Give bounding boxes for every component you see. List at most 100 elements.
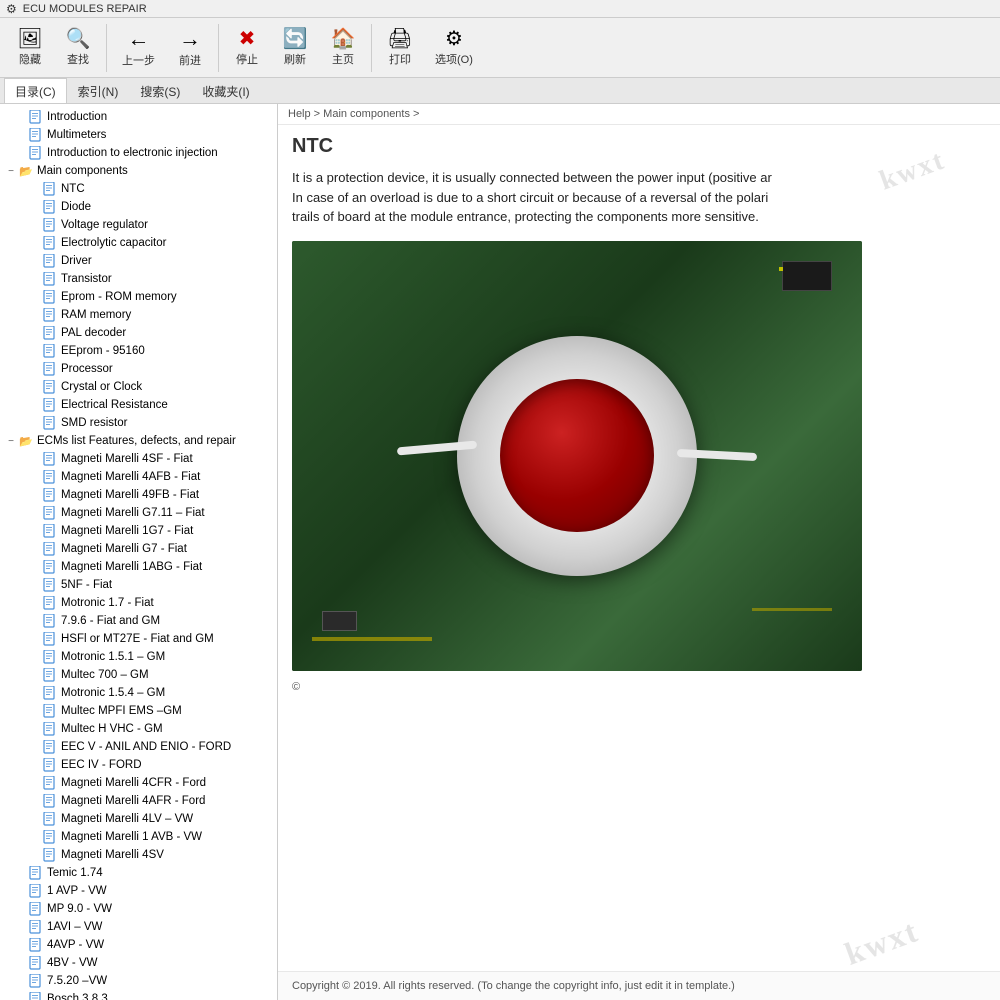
sidebar-item-mm-1abg-fiat[interactable]: Magneti Marelli 1ABG - Fiat bbox=[0, 558, 277, 576]
tree-label-driver: Driver bbox=[61, 255, 92, 267]
page-icon bbox=[28, 901, 44, 917]
sidebar-item-voltage-regulator[interactable]: Voltage regulator bbox=[0, 216, 277, 234]
print-button[interactable]: 🖨 打印 bbox=[378, 24, 422, 72]
page-icon bbox=[42, 721, 58, 737]
sidebar-item-mp9-vw[interactable]: MP 9.0 - VW bbox=[0, 900, 277, 918]
sidebar-item-smd-resistor[interactable]: SMD resistor bbox=[0, 414, 277, 432]
tree-label-mm-1abg-fiat: Magneti Marelli 1ABG - Fiat bbox=[61, 561, 202, 573]
sidebar-item-mm-1avb-vw[interactable]: Magneti Marelli 1 AVB - VW bbox=[0, 828, 277, 846]
sidebar-item-mm-4sf-fiat[interactable]: Magneti Marelli 4SF - Fiat bbox=[0, 450, 277, 468]
sidebar-item-motronic-151-gm[interactable]: Motronic 1.5.1 – GM bbox=[0, 648, 277, 666]
sidebar-item-diode[interactable]: Diode bbox=[0, 198, 277, 216]
sidebar-item-multec-700-gm[interactable]: Multec 700 – GM bbox=[0, 666, 277, 684]
tree-label-multec-700-gm: Multec 700 – GM bbox=[61, 669, 149, 681]
sidebar-item-mm-49fb-fiat[interactable]: Magneti Marelli 49FB - Fiat bbox=[0, 486, 277, 504]
find-label: 查找 bbox=[67, 51, 89, 67]
page-icon bbox=[28, 109, 44, 125]
sidebar-item-796-fiat-gm[interactable]: 7.9.6 - Fiat and GM bbox=[0, 612, 277, 630]
sidebar-item-mm-g7-fiat[interactable]: Magneti Marelli G7 - Fiat bbox=[0, 540, 277, 558]
sidebar-item-5nf-fiat[interactable]: 5NF - Fiat bbox=[0, 576, 277, 594]
content-area: Help > Main components > kwxt NTC It is … bbox=[278, 104, 1000, 1000]
sidebar-item-main-components[interactable]: −📂Main components bbox=[0, 162, 277, 180]
sidebar-item-processor[interactable]: Processor bbox=[0, 360, 277, 378]
tree-toggle-main-components[interactable]: − bbox=[4, 166, 18, 177]
pcb-trace-2 bbox=[752, 608, 832, 611]
sidebar-item-mm-1g7-fiat[interactable]: Magneti Marelli 1G7 - Fiat bbox=[0, 522, 277, 540]
tree-label-diode: Diode bbox=[61, 201, 91, 213]
sidebar-item-intro-electronic[interactable]: Introduction to electronic injection bbox=[0, 144, 277, 162]
sidebar-item-4bv-vw[interactable]: 4BV - VW bbox=[0, 954, 277, 972]
refresh-button[interactable]: 🔄 刷新 bbox=[273, 24, 317, 72]
sidebar-item-mm-4sv[interactable]: Magneti Marelli 4SV bbox=[0, 846, 277, 864]
separator-3 bbox=[371, 24, 372, 72]
tree-label-motronic-151-gm: Motronic 1.5.1 – GM bbox=[61, 651, 165, 663]
tree-container: IntroductionMultimeters Introduction to e… bbox=[0, 108, 277, 1000]
tree-label-mm-4sf-fiat: Magneti Marelli 4SF - Fiat bbox=[61, 453, 193, 465]
tree-label-multec-mpfi-gm: Multec MPFI EMS –GM bbox=[61, 705, 182, 717]
sidebar-item-mm-4lv-vw[interactable]: Magneti Marelli 4LV – VW bbox=[0, 810, 277, 828]
tab-toc[interactable]: 目录(C) bbox=[4, 78, 67, 103]
sidebar-item-multec-mpfi-gm[interactable]: Multec MPFI EMS –GM bbox=[0, 702, 277, 720]
sidebar-item-eeprom-95160[interactable]: EEprom - 95160 bbox=[0, 342, 277, 360]
sidebar-item-mm-g711-fiat[interactable]: Magneti Marelli G7.11 – Fiat bbox=[0, 504, 277, 522]
tab-favorites[interactable]: 收藏夹(I) bbox=[191, 78, 260, 103]
stop-button[interactable]: ✖ 停止 bbox=[225, 24, 269, 72]
tree-label-voltage-regulator: Voltage regulator bbox=[61, 219, 148, 231]
sidebar-item-ram-memory[interactable]: RAM memory bbox=[0, 306, 277, 324]
sidebar-item-motronic-154-gm[interactable]: Motronic 1.5.4 – GM bbox=[0, 684, 277, 702]
sidebar-tree[interactable]: IntroductionMultimeters Introduction to e… bbox=[0, 104, 278, 1000]
tree-label-mm-4afr-ford: Magneti Marelli 4AFR - Ford bbox=[61, 795, 205, 807]
sidebar-item-ecms-list[interactable]: −📂ECMs list Features, defects, and repai… bbox=[0, 432, 277, 450]
options-button[interactable]: ⚙ 选项(O) bbox=[426, 24, 482, 72]
sidebar-item-eec-iv-ford[interactable]: EEC IV - FORD bbox=[0, 756, 277, 774]
tree-label-electrolytic-cap: Electrolytic capacitor bbox=[61, 237, 166, 249]
sidebar-item-motronic-17-fiat[interactable]: Motronic 1.7 - Fiat bbox=[0, 594, 277, 612]
tree-toggle-ecms-list[interactable]: − bbox=[4, 436, 18, 447]
sidebar-item-1avp-vw[interactable]: 1 AVP - VW bbox=[0, 882, 277, 900]
tree-label-pal-decoder: PAL decoder bbox=[61, 327, 126, 339]
sidebar-item-1avi-vw[interactable]: 1AVI – VW bbox=[0, 918, 277, 936]
forward-label: 前进 bbox=[179, 52, 201, 68]
sidebar-item-driver[interactable]: Driver bbox=[0, 252, 277, 270]
sidebar-item-eprom[interactable]: Eprom - ROM memory bbox=[0, 288, 277, 306]
sidebar-item-electrolytic-cap[interactable]: Electrolytic capacitor bbox=[0, 234, 277, 252]
sidebar-item-introduction[interactable]: Introduction bbox=[0, 108, 277, 126]
page-icon bbox=[42, 343, 58, 359]
print-label: 打印 bbox=[389, 51, 411, 67]
sidebar-item-7520-vw[interactable]: 7.5.20 –VW bbox=[0, 972, 277, 990]
tree-label-intro-electronic: Introduction to electronic injection bbox=[47, 147, 218, 159]
back-button[interactable]: ← 上一步 bbox=[113, 23, 164, 73]
sidebar-item-hsfi-mt27e[interactable]: HSFl or MT27E - Fiat and GM bbox=[0, 630, 277, 648]
tree-label-1avp-vw: 1 AVP - VW bbox=[47, 885, 107, 897]
sidebar-item-mm-4afb-fiat[interactable]: Magneti Marelli 4AFB - Fiat bbox=[0, 468, 277, 486]
hide-button[interactable]: 🖼 隐藏 bbox=[8, 24, 52, 72]
sidebar-item-mm-4cfr-ford[interactable]: Magneti Marelli 4CFR - Ford bbox=[0, 774, 277, 792]
tree-label-4avp-vw: 4AVP - VW bbox=[47, 939, 104, 951]
sidebar-item-pal-decoder[interactable]: PAL decoder bbox=[0, 324, 277, 342]
home-button[interactable]: 🏠 主页 bbox=[321, 24, 365, 72]
tab-index[interactable]: 索引(N) bbox=[67, 78, 130, 103]
sidebar-item-eec-v-ford[interactable]: EEC V - ANIL AND ENIO - FORD bbox=[0, 738, 277, 756]
page-icon bbox=[28, 973, 44, 989]
tree-label-eec-v-ford: EEC V - ANIL AND ENIO - FORD bbox=[61, 741, 231, 753]
content-footer: Copyright © 2019. All rights reserved. (… bbox=[278, 971, 1000, 1000]
stop-label: 停止 bbox=[236, 51, 258, 67]
pcb-trace-1 bbox=[312, 637, 432, 641]
sidebar-item-multimeters[interactable]: Multimeters bbox=[0, 126, 277, 144]
tree-label-7520-vw: 7.5.20 –VW bbox=[47, 975, 107, 987]
sidebar-item-bosch-383[interactable]: Bosch 3.8.3 bbox=[0, 990, 277, 1000]
tree-label-1avi-vw: 1AVI – VW bbox=[47, 921, 102, 933]
sidebar-item-temic-174[interactable]: Temic 1.74 bbox=[0, 864, 277, 882]
sidebar-item-mm-4afr-ford[interactable]: Magneti Marelli 4AFR - Ford bbox=[0, 792, 277, 810]
sidebar-item-transistor[interactable]: Transistor bbox=[0, 270, 277, 288]
tab-search[interactable]: 搜索(S) bbox=[129, 78, 191, 103]
sidebar-item-4avp-vw[interactable]: 4AVP - VW bbox=[0, 936, 277, 954]
sidebar-item-multec-h-vhc-gm[interactable]: Multec H VHC - GM bbox=[0, 720, 277, 738]
tree-label-eec-iv-ford: EEC IV - FORD bbox=[61, 759, 142, 771]
sidebar-item-ntc[interactable]: NTC bbox=[0, 180, 277, 198]
sidebar-item-crystal-clock[interactable]: Crystal or Clock bbox=[0, 378, 277, 396]
sidebar-item-electrical-resistance[interactable]: Electrical Resistance bbox=[0, 396, 277, 414]
find-button[interactable]: 🔍 查找 bbox=[56, 24, 100, 72]
hide-label: 隐藏 bbox=[19, 51, 41, 67]
forward-button[interactable]: → 前进 bbox=[168, 23, 212, 73]
